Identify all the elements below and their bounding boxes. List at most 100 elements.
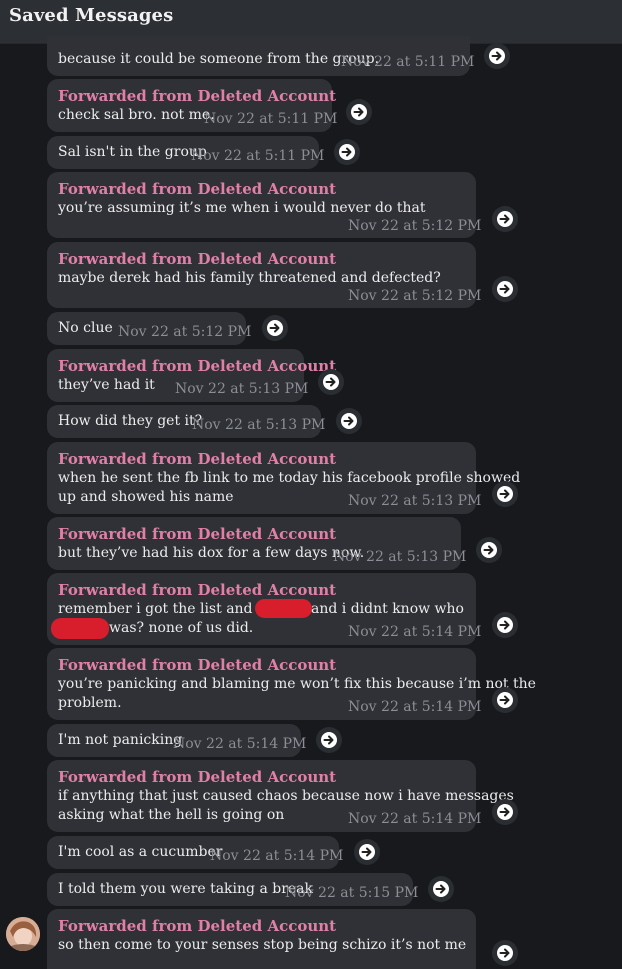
forward-button[interactable] xyxy=(336,408,362,434)
message-time: Nov 22 at 5:13 PM xyxy=(192,417,326,433)
message-text: you’re assuming it’s me when i would nev… xyxy=(58,200,426,216)
message-bubble[interactable]: I'm not panicking Nov 22 at 5:14 PM xyxy=(47,724,306,757)
message-text: How did they get it? xyxy=(58,413,203,429)
forward-button[interactable] xyxy=(492,940,518,966)
message-text: when he sent the fb link to me today his… xyxy=(58,470,521,486)
message-bubble[interactable]: Forwarded from Deleted Account but they’… xyxy=(47,517,466,570)
forward-button[interactable] xyxy=(318,369,344,395)
forward-arrow-icon xyxy=(489,48,505,64)
message-time: Nov 22 at 5:13 PM xyxy=(348,493,482,509)
forward-button[interactable] xyxy=(476,537,502,563)
message-text: and i didnt know who xyxy=(311,601,464,617)
message-text: problem. xyxy=(58,695,122,711)
forwarded-from-label: Forwarded from Deleted Account xyxy=(58,917,337,935)
message-time: Nov 22 at 5:14 PM xyxy=(348,624,482,640)
forward-arrow-icon xyxy=(497,617,513,633)
forward-button[interactable] xyxy=(354,839,380,865)
message-time: Nov 22 at 5:13 PM xyxy=(333,549,467,565)
message-time: Nov 22 at 5:11 PM xyxy=(204,111,338,127)
message-time: Nov 22 at 5:14 PM xyxy=(210,848,344,864)
forward-button[interactable] xyxy=(492,687,518,713)
message-text: if anything that just caused chaos becau… xyxy=(58,788,514,804)
forwarded-from-label: Forwarded from Deleted Account xyxy=(58,525,337,543)
forward-arrow-icon xyxy=(351,104,367,120)
message-bubble[interactable]: How did they get it? Nov 22 at 5:13 PM xyxy=(47,405,325,438)
forward-button[interactable] xyxy=(334,139,360,165)
forward-button[interactable] xyxy=(484,43,510,69)
message-time: Nov 22 at 5:14 PM xyxy=(348,699,482,715)
forward-arrow-icon xyxy=(497,281,513,297)
message-time: Nov 22 at 5:12 PM xyxy=(348,288,482,304)
forwarded-from-label: Forwarded from Deleted Account xyxy=(58,656,337,674)
message-time: Nov 22 at 5:12 PM xyxy=(118,324,252,340)
forwarded-from-label: Forwarded from Deleted Account xyxy=(58,87,337,105)
message-bubble[interactable]: Forwarded from Deleted Account you’re pa… xyxy=(47,648,536,720)
message-bubble[interactable]: Forwarded from Deleted Account when he s… xyxy=(47,442,520,514)
avatar[interactable] xyxy=(6,917,40,951)
message-time: Nov 22 at 5:13 PM xyxy=(175,381,309,397)
forward-button[interactable] xyxy=(492,481,518,507)
message-text: so then come to your senses stop being s… xyxy=(58,937,467,953)
forward-arrow-icon xyxy=(497,486,513,502)
message-bubble[interactable]: Forwarded from Deleted Account they’ve h… xyxy=(47,349,336,402)
message-time: Nov 22 at 5:14 PM xyxy=(173,736,307,752)
forward-button[interactable] xyxy=(262,315,288,341)
message-text: I'm not panicking xyxy=(58,732,183,748)
message-time: Nov 22 at 5:14 PM xyxy=(348,811,482,827)
message-time: Nov 22 at 5:11 PM xyxy=(341,54,475,70)
message-text: asking what the hell is going on xyxy=(58,807,285,823)
chat-title: Saved Messages xyxy=(9,5,174,26)
message-bubble[interactable]: Sal isn't in the group Nov 22 at 5:11 PM xyxy=(47,136,324,169)
message-text: maybe derek had his family threatened an… xyxy=(58,270,441,286)
forward-arrow-icon xyxy=(481,542,497,558)
forward-button[interactable] xyxy=(492,799,518,825)
message-text: Sal isn't in the group xyxy=(58,144,207,160)
message-time: Nov 22 at 5:15 PM xyxy=(285,885,419,901)
forward-arrow-icon xyxy=(323,374,339,390)
message-bubble[interactable]: Forwarded from Deleted Account so then c… xyxy=(47,909,476,969)
forward-button[interactable] xyxy=(492,206,518,232)
forward-button[interactable] xyxy=(492,276,518,302)
forwarded-from-label: Forwarded from Deleted Account xyxy=(58,357,337,375)
forwarded-from-label: Forwarded from Deleted Account xyxy=(58,250,337,268)
message-text: up and showed his name xyxy=(58,489,234,505)
message-text: but they’ve had his dox for a few days n… xyxy=(58,545,365,561)
message-bubble[interactable]: Forwarded from Deleted Account remember … xyxy=(47,573,481,645)
message-bubble[interactable]: Forwarded from Deleted Account maybe der… xyxy=(47,242,481,308)
message-bubble[interactable]: because it could be someone from the gro… xyxy=(47,36,474,76)
message-bubble[interactable]: I told them you were taking a break Nov … xyxy=(47,873,418,906)
forward-arrow-icon xyxy=(267,320,283,336)
message-text: I'm cool as a cucumber xyxy=(58,844,223,860)
forward-arrow-icon xyxy=(433,881,449,897)
message-text: they’ve had it xyxy=(58,377,155,393)
avatar-image xyxy=(6,917,40,951)
forward-arrow-icon xyxy=(339,144,355,160)
message-bubble[interactable]: Forwarded from Deleted Account check sal… xyxy=(47,79,337,132)
redaction-mark xyxy=(51,618,109,639)
forward-button[interactable] xyxy=(346,99,372,125)
forward-arrow-icon xyxy=(497,211,513,227)
redaction-mark xyxy=(255,599,312,618)
message-bubble[interactable]: Forwarded from Deleted Account you’re as… xyxy=(47,172,481,238)
forwarded-from-label: Forwarded from Deleted Account xyxy=(58,450,337,468)
message-bubble[interactable]: No clue Nov 22 at 5:12 PM xyxy=(47,312,251,345)
message-time: Nov 22 at 5:11 PM xyxy=(191,148,325,164)
forward-button[interactable] xyxy=(492,612,518,638)
message-text: was? none of us did. xyxy=(109,620,254,636)
message-text: you’re panicking and blaming me won’t fi… xyxy=(58,676,536,692)
forwarded-from-label: Forwarded from Deleted Account xyxy=(58,768,337,786)
forward-arrow-icon xyxy=(497,692,513,708)
message-text: check sal bro. not me. xyxy=(58,107,215,123)
message-bubble[interactable]: I'm cool as a cucumber Nov 22 at 5:14 PM xyxy=(47,836,343,869)
forward-button[interactable] xyxy=(428,876,454,902)
message-text: No clue xyxy=(58,320,113,336)
forward-arrow-icon xyxy=(359,844,375,860)
forwarded-from-label: Forwarded from Deleted Account xyxy=(58,581,337,599)
message-text: because it could be someone from the gro… xyxy=(58,51,380,67)
forward-arrow-icon xyxy=(321,732,337,748)
forward-arrow-icon xyxy=(497,804,513,820)
message-bubble[interactable]: Forwarded from Deleted Account if anythi… xyxy=(47,760,514,832)
message-text: I told them you were taking a break xyxy=(58,881,314,897)
forward-arrow-icon xyxy=(497,945,513,961)
forward-button[interactable] xyxy=(316,727,342,753)
